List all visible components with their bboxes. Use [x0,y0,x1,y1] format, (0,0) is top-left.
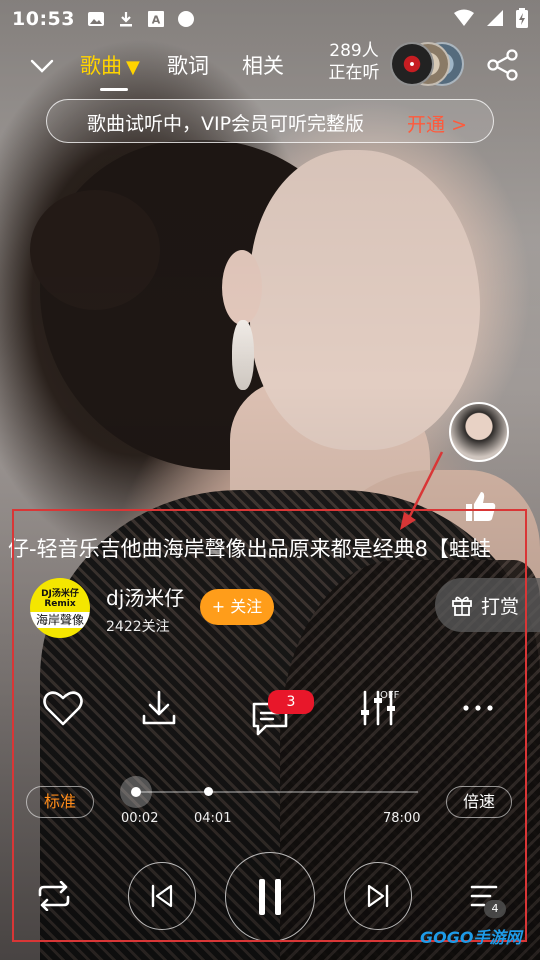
tab-lyrics[interactable]: 歌词 [167,50,209,80]
image-notification-icon [87,12,104,26]
artist-name[interactable]: dj汤米仔 [106,582,184,611]
skip-next-icon [367,884,389,908]
progress-track[interactable] [134,787,418,796]
follow-button[interactable]: + 关注 [200,589,274,625]
speed-button[interactable]: 倍速 [446,786,512,818]
status-bar: 10:53 A [0,0,540,38]
more-options-icon[interactable] [456,686,500,730]
svg-text:A: A [152,14,161,27]
circle-notification-icon [177,11,194,27]
next-track-button[interactable] [344,862,412,930]
artist-followers: 2422关注 [106,619,170,635]
listeners-label: 正在听 [328,63,380,83]
current-time: 00:02 [121,811,159,826]
top-nav: 歌曲 ▼ 歌词 相关 289人 正在听 [0,40,540,92]
status-time: 10:53 [12,8,75,30]
gift-icon [452,596,472,616]
dropdown-triangle-icon: ▼ [126,57,140,78]
preview-end-time: 04:01 [194,811,232,826]
battery-charging-icon [516,8,528,28]
share-icon[interactable] [486,48,520,82]
favorite-heart-icon[interactable] [41,686,85,730]
download-icon[interactable] [137,686,181,730]
total-time: 78:00 [383,811,421,826]
artist-avatar-line3: 海岸聲像 [30,612,90,628]
playlist-count-badge: 4 [484,900,506,918]
listeners-count: 289人 [329,41,379,61]
vip-trial-banner[interactable]: 歌曲试听中，VIP会员可听完整版 开通 > [46,99,494,143]
quality-button[interactable]: 标准 [26,786,94,818]
artist-avatar-line2: Remix [44,599,76,609]
collapse-chevron-down-icon[interactable] [28,52,56,80]
repeat-icon [38,881,70,911]
active-tab-indicator [100,88,128,91]
equalizer-off-label: OFF [380,690,400,701]
vip-trial-message: 歌曲试听中，VIP会员可听完整版 [87,113,365,135]
artist-avatar[interactable]: DJ汤米仔 Remix 海岸聲像 [30,578,90,638]
pause-icon [259,879,281,915]
wifi-icon [454,9,474,26]
repeat-mode-button[interactable] [30,876,78,916]
preview-end-marker [204,787,213,796]
listeners-indicator[interactable]: 289人 正在听 [322,40,386,84]
font-notification-icon: A [147,11,164,27]
progress-thumb[interactable] [131,787,141,797]
tab-song-label: 歌曲 [80,54,122,78]
tab-song[interactable]: 歌曲 ▼ [80,50,140,80]
signal-icon [487,10,503,26]
pause-button[interactable] [225,852,315,942]
artist-avatar-line1: DJ汤米仔 [41,589,79,599]
skip-previous-icon [151,884,173,908]
download-notification-icon [119,12,132,27]
song-title: 仔-轻音乐吉他曲海岸聲像出品原来都是经典8【蛙蛙 [8,537,491,561]
listener-avatars[interactable] [390,42,466,86]
previous-track-button[interactable] [128,862,196,930]
reward-button[interactable]: 打赏 [435,578,540,632]
uploader-avatar[interactable] [449,402,509,462]
thumbs-up-icon[interactable] [462,488,498,524]
comment-count-badge: 3 [268,690,314,714]
site-watermark: GOGO手游网 [420,928,522,947]
vip-open-link[interactable]: 开通 > [407,110,467,137]
reward-label: 打赏 [481,595,520,618]
tab-related[interactable]: 相关 [242,50,284,80]
